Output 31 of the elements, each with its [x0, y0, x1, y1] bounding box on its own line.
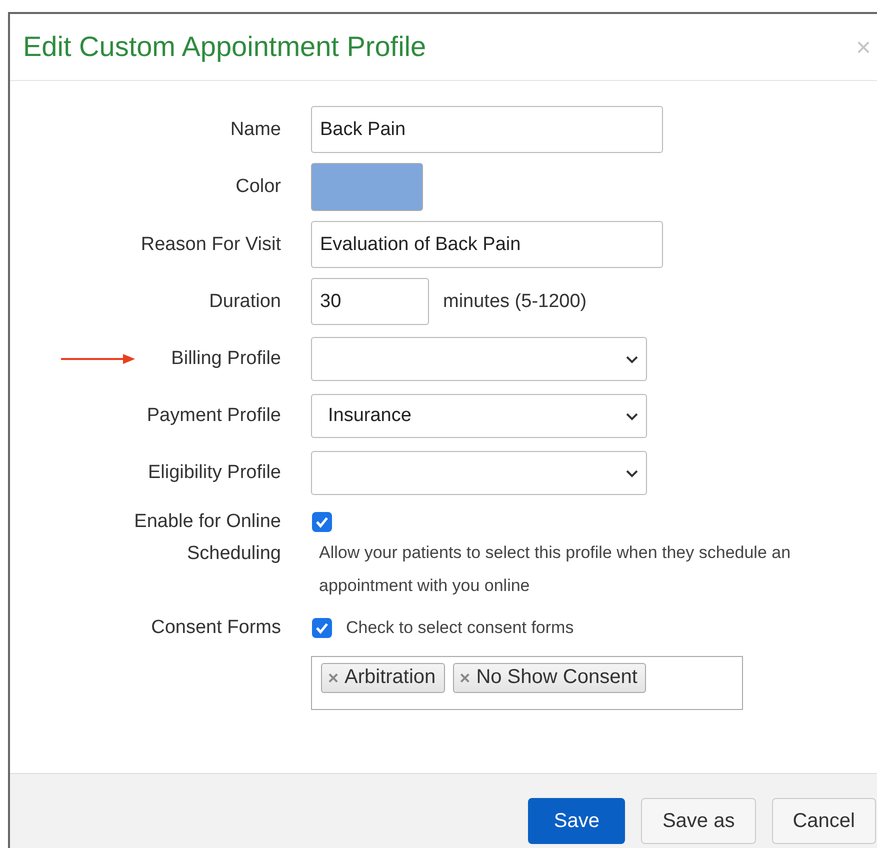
text-field[interactable]: Back Pain: [311, 106, 663, 153]
duration-field[interactable]: 30: [311, 278, 429, 325]
color-swatch[interactable]: [311, 163, 423, 211]
units-text: minutes (5-1200): [443, 290, 587, 312]
chevron-down-icon: [626, 470, 638, 478]
dialog-button[interactable]: Cancel: [772, 798, 876, 844]
select-field[interactable]: [311, 450, 647, 494]
arrow-icon: [61, 352, 135, 364]
checkbox-label: Check to select consent forms: [346, 618, 574, 638]
field-label: Color: [236, 175, 281, 199]
field-label: Billing Profile: [171, 346, 281, 370]
field-label: Name: [230, 118, 281, 142]
dialog-button[interactable]: Save: [528, 798, 626, 844]
checkbox[interactable]: [312, 618, 332, 638]
dialog-title: Edit Custom Appointment Profile: [23, 31, 426, 63]
text-field[interactable]: Evaluation of Back Pain: [311, 221, 663, 268]
field-label: Payment Profile: [146, 404, 281, 428]
field-label: Duration: [209, 290, 281, 314]
field-label: Reason For Visit: [140, 232, 281, 256]
field-label: Eligibility Profile: [148, 460, 281, 484]
help-text: Allow your patients to select this profile when they schedule an appointment with you online: [319, 542, 792, 597]
select-field[interactable]: Insurance: [311, 394, 647, 438]
chevron-down-icon: [626, 412, 638, 420]
checkbox[interactable]: [312, 512, 332, 532]
dialog-button[interactable]: Save as: [641, 798, 756, 844]
field-label: Consent Forms: [151, 616, 281, 640]
chevron-down-icon: [626, 356, 638, 364]
field-label: Enable for Online Scheduling: [133, 510, 281, 566]
select-field[interactable]: [311, 336, 647, 380]
tag-label: No Show Consent: [476, 666, 638, 689]
tag-label: Arbitration: [344, 666, 436, 689]
